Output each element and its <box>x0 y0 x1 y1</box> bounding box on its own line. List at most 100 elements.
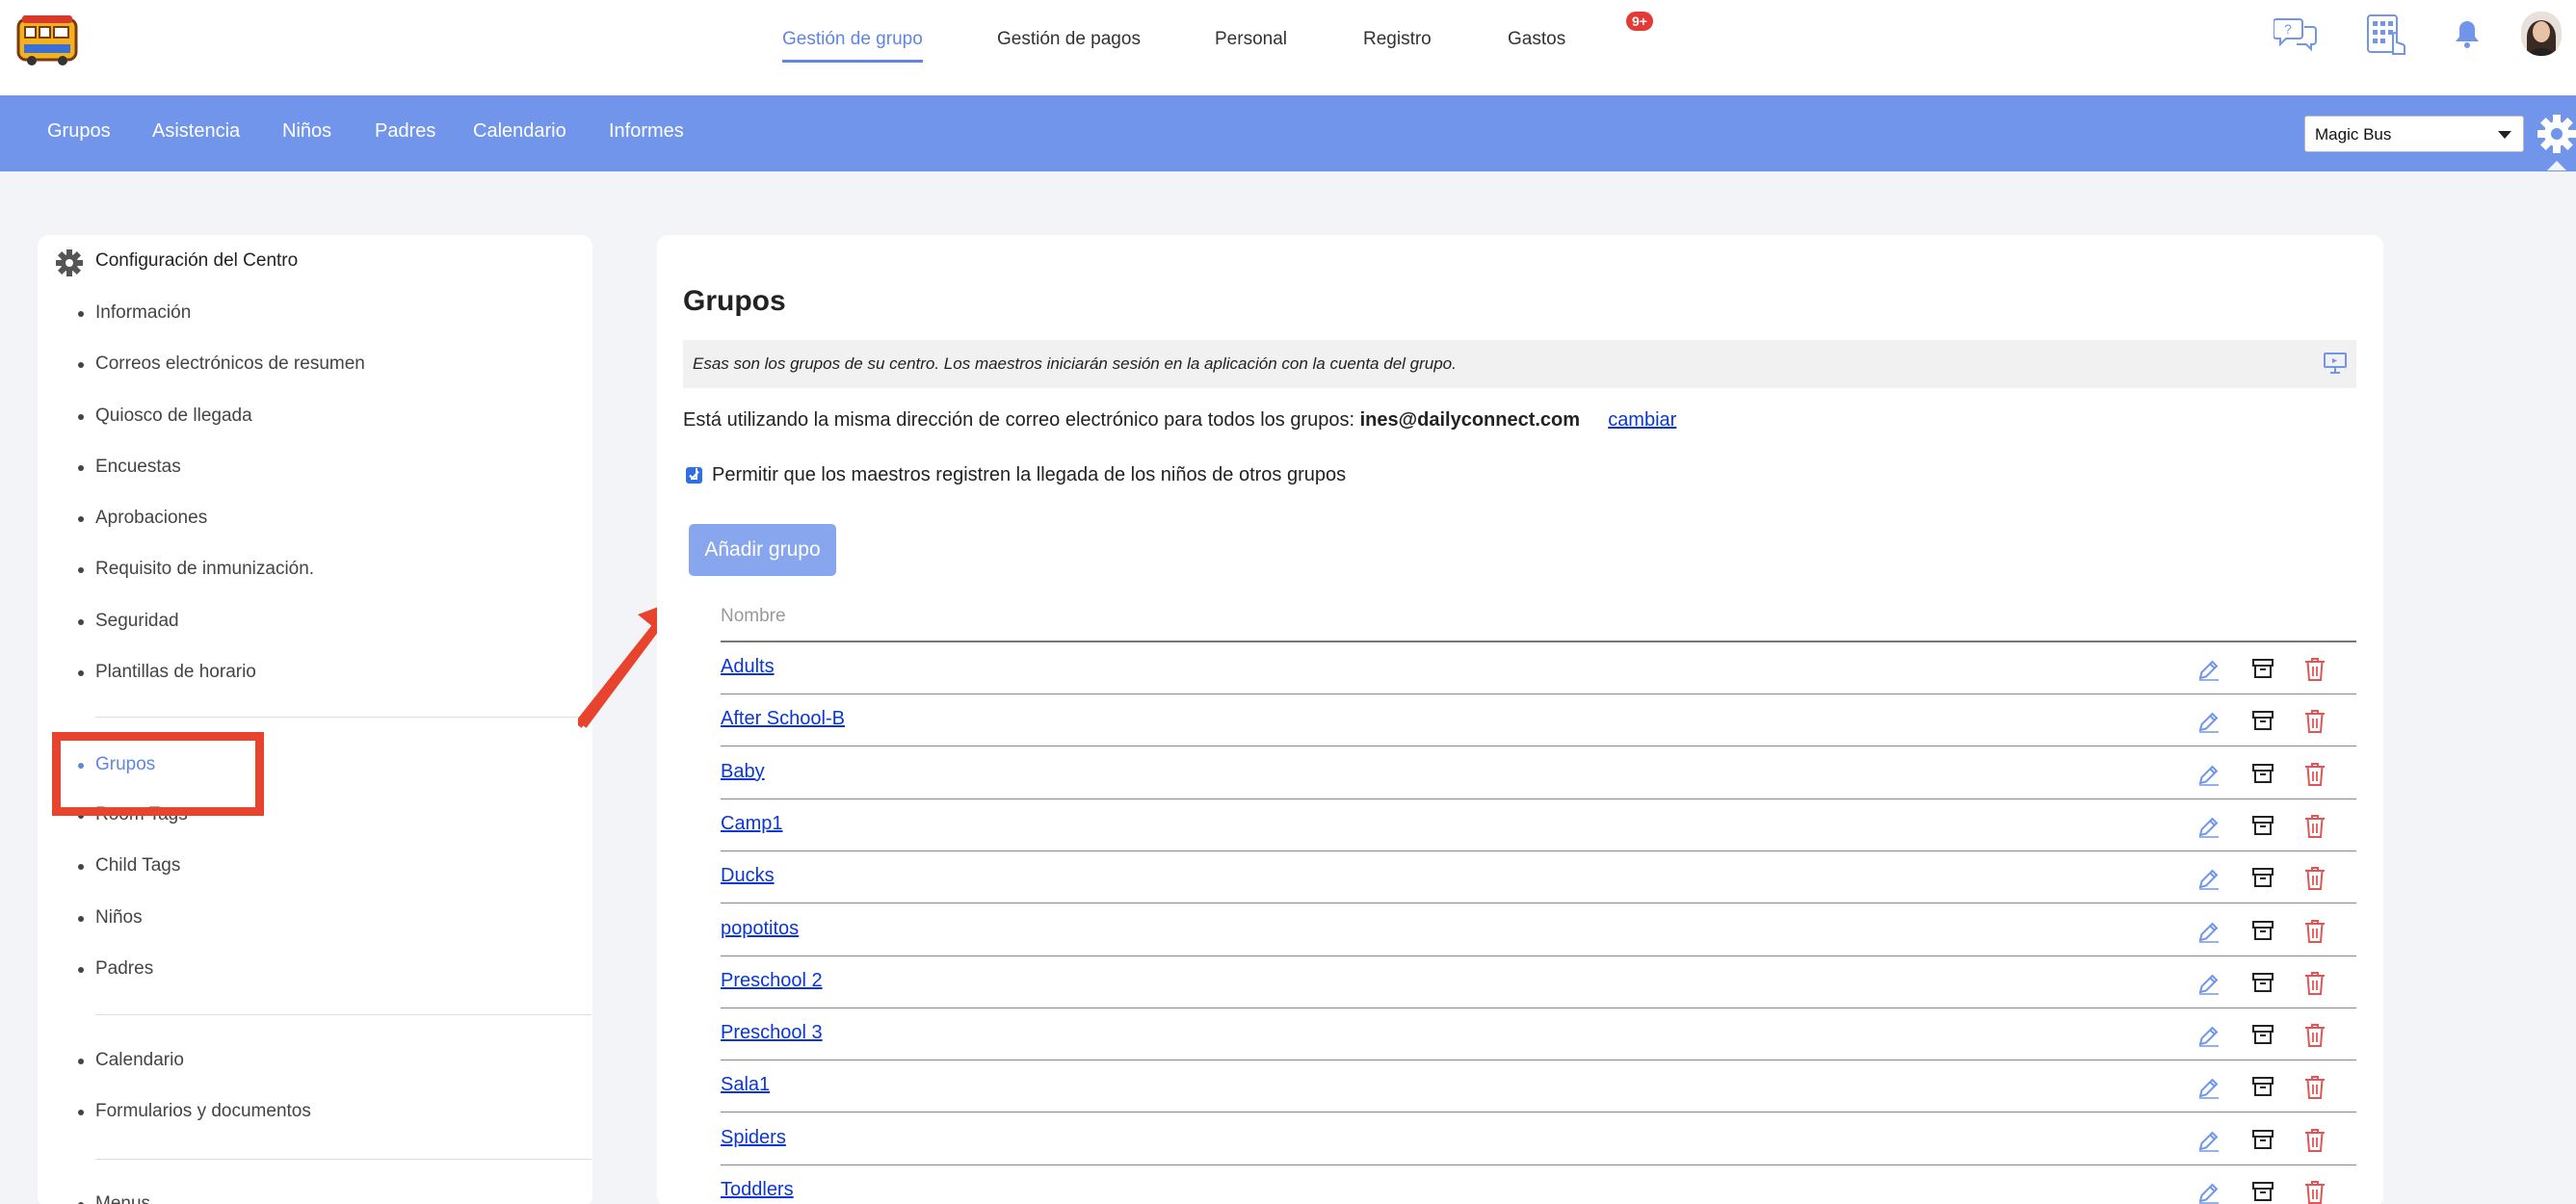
topnav-gastos[interactable]: Gastos <box>1508 29 1565 60</box>
sidebar-divider <box>95 1159 591 1160</box>
presentation-icon[interactable] <box>2322 350 2349 381</box>
subnav-informes[interactable]: Informes <box>609 120 684 143</box>
edit-icon[interactable] <box>2196 709 2221 739</box>
trash-icon[interactable] <box>2304 1128 2326 1158</box>
archive-icon[interactable] <box>2251 657 2274 685</box>
table-row: Preschool 2 <box>721 956 2356 1008</box>
trash-icon[interactable] <box>2304 709 2326 739</box>
trash-icon[interactable] <box>2304 971 2326 1001</box>
add-group-button[interactable]: Añadir grupo <box>689 524 836 576</box>
top-nav: Gestión de grupo Gestión de pagos Person… <box>0 29 2576 67</box>
archive-icon[interactable] <box>2251 1180 2274 1204</box>
sidebar-item-aprobaciones[interactable]: Aprobaciones <box>77 508 207 529</box>
table-row: Toddlers <box>721 1165 2356 1204</box>
archive-icon[interactable] <box>2251 1128 2274 1156</box>
subnav-padres[interactable]: Padres <box>375 120 435 143</box>
group-name-link[interactable]: Preschool 2 <box>721 970 823 992</box>
topnav-gestion-grupo[interactable]: Gestión de grupo <box>782 29 923 63</box>
trash-icon[interactable] <box>2304 1180 2326 1204</box>
edit-icon[interactable] <box>2196 1180 2221 1204</box>
top-header: Gestión de grupo Gestión de pagos Person… <box>0 0 2576 95</box>
subnav-ninos[interactable]: Niños <box>282 120 331 143</box>
edit-icon[interactable] <box>2196 971 2221 1001</box>
subnav-asistencia[interactable]: Asistencia <box>152 120 240 143</box>
sidebar-item-child-tags[interactable]: Child Tags <box>77 855 180 877</box>
table-row: Adults <box>721 642 2356 694</box>
table-row: Sala1 <box>721 1060 2356 1113</box>
topnav-gestion-pagos[interactable]: Gestión de pagos <box>997 29 1141 60</box>
sidebar-divider <box>95 717 591 718</box>
page-title: Grupos <box>683 285 786 317</box>
group-name-link[interactable]: Toddlers <box>721 1179 794 1201</box>
edit-icon[interactable] <box>2196 657 2221 687</box>
archive-icon[interactable] <box>2251 919 2274 947</box>
trash-icon[interactable] <box>2304 866 2326 896</box>
trash-icon[interactable] <box>2304 1075 2326 1105</box>
sidebar-item-padres[interactable]: Padres <box>77 958 153 980</box>
center-select[interactable]: Magic Bus <box>2304 116 2524 152</box>
bell-icon[interactable] <box>2455 19 2480 55</box>
edit-icon[interactable] <box>2196 814 2221 844</box>
subnav-grupos[interactable]: Grupos <box>47 120 111 143</box>
group-name-link[interactable]: Preschool 3 <box>721 1022 823 1044</box>
sidebar-item-seguridad[interactable]: Seguridad <box>78 611 179 632</box>
info-banner: Esas son los grupos de su centro. Los ma… <box>683 340 2356 388</box>
edit-icon[interactable] <box>2196 919 2221 949</box>
edit-icon[interactable] <box>2196 866 2221 896</box>
archive-icon[interactable] <box>2251 762 2274 790</box>
avatar[interactable] <box>2521 12 2562 56</box>
email-line: Está utilizando la misma dirección de co… <box>683 409 1676 432</box>
sidebar-item-inmunizacion[interactable]: Requisito de inmunización. <box>77 559 314 580</box>
group-name-link[interactable]: After School-B <box>721 708 845 730</box>
trash-icon[interactable] <box>2304 1023 2326 1053</box>
archive-icon[interactable] <box>2251 971 2274 999</box>
group-name-link[interactable]: Baby <box>721 761 765 783</box>
archive-icon[interactable] <box>2251 1075 2274 1103</box>
trash-icon[interactable] <box>2304 657 2326 687</box>
email-prefix: Está utilizando la misma dirección de co… <box>683 409 1355 431</box>
group-name-link[interactable]: Adults <box>721 656 775 678</box>
group-name-link[interactable]: Ducks <box>721 865 775 887</box>
table-row: Preschool 3 <box>721 1008 2356 1061</box>
sidebar-item-correos[interactable]: Correos electrónicos de resumen <box>78 353 365 375</box>
edit-icon[interactable] <box>2196 1128 2221 1158</box>
topnav-personal[interactable]: Personal <box>1215 29 1287 60</box>
sidebar-item-plantillas[interactable]: Plantillas de horario <box>78 662 256 683</box>
archive-icon[interactable] <box>2251 814 2274 842</box>
sidebar-item-calendario[interactable]: Calendario <box>78 1050 184 1071</box>
subnav-calendario[interactable]: Calendario <box>473 120 566 143</box>
trash-icon[interactable] <box>2304 762 2326 792</box>
groups-panel: Grupos Esas son los grupos de su centro.… <box>657 235 2383 1204</box>
group-name-link[interactable]: Sala1 <box>721 1074 770 1096</box>
sidebar-item-encuestas[interactable]: Encuestas <box>78 457 181 478</box>
checkin-other-groups-checkbox[interactable] <box>686 467 702 484</box>
notification-badge: 9+ <box>1626 12 1653 31</box>
topnav-registro[interactable]: Registro <box>1363 29 1432 60</box>
table-row: popotitos <box>721 904 2356 956</box>
trash-icon[interactable] <box>2304 814 2326 844</box>
archive-icon[interactable] <box>2251 1023 2274 1051</box>
center-select-value: Magic Bus <box>2315 125 2392 144</box>
archive-icon[interactable] <box>2251 709 2274 737</box>
sidebar-item-quiosco[interactable]: Quiosco de llegada <box>78 406 252 427</box>
secondary-nav-bar: Grupos Asistencia Niños Padres Calendari… <box>0 95 2576 171</box>
edit-icon[interactable] <box>2196 1075 2221 1105</box>
edit-icon[interactable] <box>2196 1023 2221 1053</box>
group-email: ines@dailyconnect.com <box>1359 409 1581 431</box>
table-row: Ducks <box>721 851 2356 904</box>
sidebar-item-informacion[interactable]: Información <box>77 302 191 324</box>
edit-icon[interactable] <box>2196 762 2221 792</box>
sidebar-divider <box>95 1014 591 1015</box>
sidebar-item-formularios[interactable]: Formularios y documentos <box>78 1101 311 1122</box>
sidebar-item-menus[interactable]: Menus <box>77 1193 150 1204</box>
group-name-link[interactable]: Spiders <box>721 1127 786 1149</box>
help-chat-icon[interactable]: ? <box>2273 15 2318 59</box>
settings-gear-icon[interactable] <box>2534 111 2576 175</box>
change-email-link[interactable]: cambiar <box>1608 409 1676 431</box>
trash-icon[interactable] <box>2304 919 2326 949</box>
group-name-link[interactable]: Camp1 <box>721 813 782 835</box>
group-name-link[interactable]: popotitos <box>721 918 799 940</box>
kiosk-keypad-icon[interactable] <box>2366 13 2408 65</box>
sidebar-item-ninos[interactable]: Niños <box>78 907 143 929</box>
archive-icon[interactable] <box>2251 866 2274 894</box>
